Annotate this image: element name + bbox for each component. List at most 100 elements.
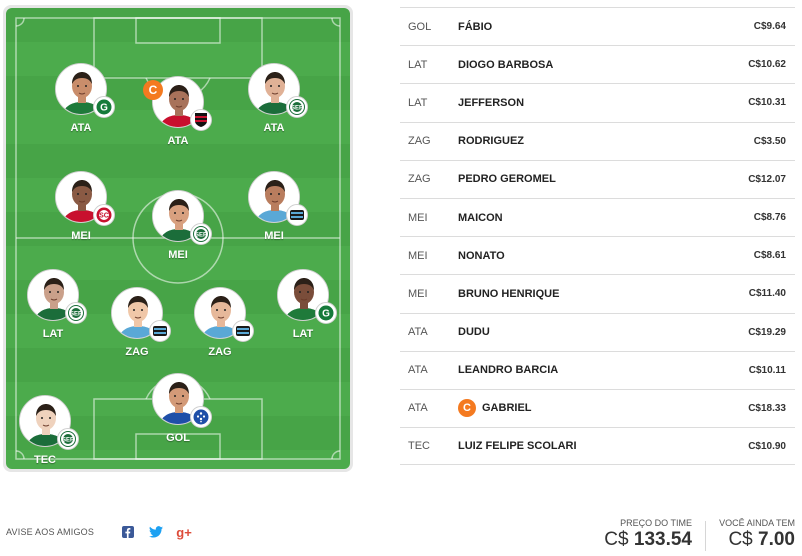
club-badge-icon	[286, 204, 308, 226]
google-plus-icon[interactable]: g+	[176, 524, 192, 540]
roster-name-text: GABRIEL	[482, 402, 532, 415]
roster-name-text: DIOGO BARBOSA	[458, 58, 554, 71]
roster-name-text: BRUNO HENRIQUE	[458, 287, 560, 300]
roster-row[interactable]: MEI BRUNO HENRIQUE C$11.40	[400, 274, 795, 312]
remaining-value: C$ 7.00	[712, 529, 795, 551]
roster-price: C$19.29	[748, 326, 786, 338]
roster-row[interactable]: LAT DIOGO BARBOSA C$10.62	[400, 45, 795, 83]
roster-name-text: NONATO	[458, 249, 505, 262]
roster-player-name: MAICON	[458, 212, 715, 224]
footer-divider	[705, 521, 706, 551]
roster-row[interactable]: ZAG PEDRO GEROMEL C$12.07	[400, 159, 795, 198]
roster-player-name: PEDRO GEROMEL	[458, 173, 715, 185]
roster-price: C$3.50	[753, 135, 786, 147]
roster-row[interactable]: MEI NONATO C$8.61	[400, 236, 795, 274]
roster-row[interactable]: LAT JEFFERSON C$10.31	[400, 83, 795, 121]
roster-position: GOL	[408, 20, 432, 33]
player-position-label: ATA	[263, 122, 285, 134]
roster-position: LAT	[408, 58, 428, 71]
roster-position: MEI	[408, 287, 428, 300]
player-ata-center[interactable]: C ATA	[143, 76, 213, 166]
player-position-label: MEI	[168, 249, 188, 261]
roster-price: C$8.61	[753, 250, 786, 262]
roster-player-name: JEFFERSON	[458, 97, 715, 109]
player-mei-center[interactable]: SEP MEI	[143, 190, 213, 280]
roster-row[interactable]: ATA LEANDRO BARCIA C$10.11	[400, 350, 795, 389]
svg-text:SEP: SEP	[62, 438, 74, 444]
roster-price: C$10.31	[748, 97, 786, 109]
team-price: PREÇO DO TIME C$ 133.54	[600, 518, 692, 551]
roster-name-text: JEFFERSON	[458, 96, 525, 109]
roster-row[interactable]: GOL FÁBIO C$9.64	[400, 7, 795, 45]
roster-list: GOL FÁBIO C$9.64 LAT DIOGO BARBOSA C$10.62 LAT…	[400, 7, 795, 466]
club-badge-icon: G	[315, 302, 337, 324]
roster-player-name: FÁBIO	[458, 21, 715, 33]
roster-row[interactable]: ZAG RODRIGUEZ C$3.50	[400, 121, 795, 160]
twitter-icon[interactable]	[148, 524, 164, 540]
svg-text:SEP: SEP	[195, 233, 207, 239]
player-zag-left[interactable]: ZAG	[102, 287, 172, 377]
remaining-amount: 7.00	[758, 529, 795, 550]
player-lat-right[interactable]: G LAT	[268, 269, 338, 359]
field-frame: G ATA C ATA SEP ATA SC MEI SEP MEI MEI SEP LAT ZAG ZAG…	[3, 5, 353, 472]
captain-badge: C	[458, 399, 476, 418]
remaining-label: VOCÊ AINDA TEM	[719, 518, 795, 528]
player-position-label: ZAG	[208, 346, 232, 358]
roster-player-name: LEANDRO BARCIA	[458, 364, 715, 376]
player-mei-right[interactable]: MEI	[239, 171, 309, 261]
player-ata-left[interactable]: G ATA	[46, 63, 116, 153]
roster-name-text: FÁBIO	[458, 20, 493, 33]
club-badge-icon: SEP	[190, 223, 212, 245]
roster-name-text: MAICON	[458, 211, 503, 224]
player-position-label: ATA	[167, 135, 189, 147]
roster-name-text: LUIZ FELIPE SCOLARI	[458, 440, 577, 453]
roster-player-name: DUDU	[458, 326, 715, 338]
roster-price: C$8.76	[753, 212, 786, 224]
roster-position: LAT	[408, 96, 428, 109]
player-position-label: TEC	[34, 454, 56, 466]
roster-position: ATA	[408, 402, 428, 415]
club-badge-icon	[190, 406, 212, 428]
roster-player-name: C GABRIEL	[458, 399, 715, 418]
share-label: AVISE AOS AMIGOS	[6, 527, 95, 537]
player-position-label: ATA	[70, 122, 92, 134]
captain-badge: C	[143, 80, 163, 100]
player-tec[interactable]: SEP TEC	[10, 395, 80, 469]
player-gol[interactable]: GOL	[143, 373, 213, 463]
roster-price: C$18.33	[748, 402, 786, 414]
roster-row[interactable]: TEC LUIZ FELIPE SCOLARI C$10.90	[400, 427, 795, 466]
club-badge-icon: SC	[93, 204, 115, 226]
roster-price: C$10.11	[748, 364, 786, 376]
player-position-label: GOL	[166, 432, 190, 444]
club-badge-icon	[149, 320, 171, 342]
facebook-icon[interactable]	[120, 524, 136, 540]
player-zag-right[interactable]: ZAG	[185, 287, 255, 377]
club-badge-icon: SEP	[65, 302, 87, 324]
roster-name-text: DUDU	[458, 326, 490, 339]
club-badge-icon: SEP	[57, 428, 79, 450]
player-position-label: MEI	[71, 230, 91, 242]
player-position-label: LAT	[42, 328, 64, 340]
roster-player-name: LUIZ FELIPE SCOLARI	[458, 440, 715, 452]
roster-position: MEI	[408, 249, 428, 262]
roster-price: C$12.07	[748, 173, 786, 185]
player-lat-left[interactable]: SEP LAT	[18, 269, 88, 359]
svg-text:G: G	[322, 309, 330, 320]
club-badge-icon	[190, 109, 212, 131]
roster-position: ATA	[408, 326, 428, 339]
remaining-currency: C$	[728, 529, 753, 550]
roster-row[interactable]: ATA C GABRIEL C$18.33	[400, 388, 795, 427]
roster-name-text: PEDRO GEROMEL	[458, 173, 556, 186]
player-mei-left[interactable]: SC MEI	[46, 171, 116, 261]
roster-row[interactable]: MEI MAICON C$8.76	[400, 197, 795, 236]
player-position-label: LAT	[292, 328, 314, 340]
team-price-currency: C$	[604, 529, 629, 550]
team-price-value: C$ 133.54	[600, 529, 692, 551]
club-badge-icon: SEP	[286, 96, 308, 118]
svg-text:SEP: SEP	[291, 106, 303, 112]
club-badge-icon	[232, 320, 254, 342]
club-badge-icon: G	[93, 96, 115, 118]
svg-text:G: G	[100, 103, 108, 114]
player-ata-right[interactable]: SEP ATA	[239, 63, 309, 153]
roster-row[interactable]: ATA DUDU C$19.29	[400, 312, 795, 351]
